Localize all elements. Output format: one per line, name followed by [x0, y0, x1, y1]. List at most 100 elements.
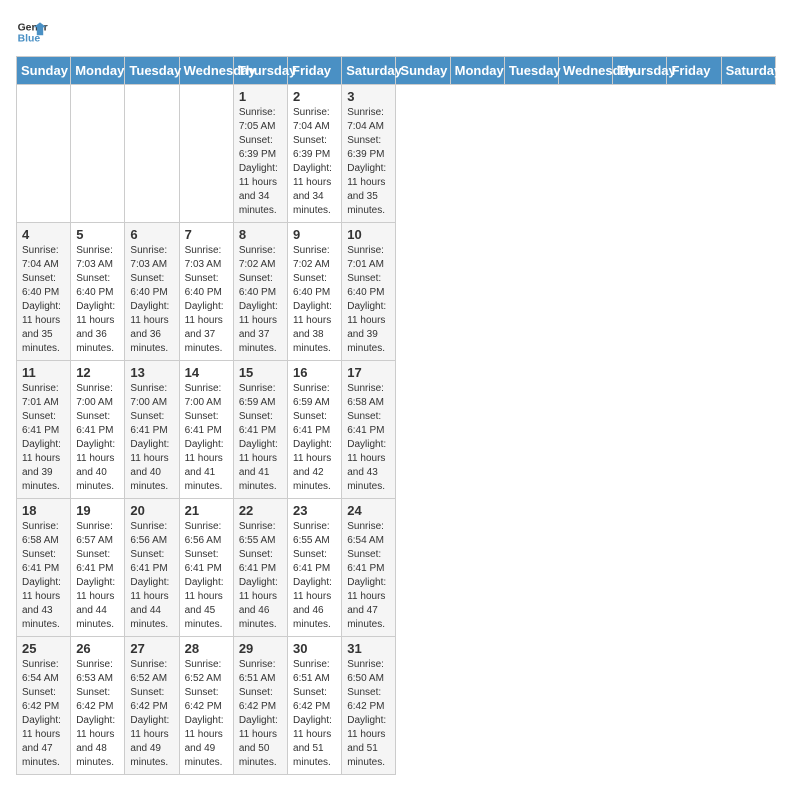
day-number: 27	[130, 641, 173, 656]
calendar-cell: 30 Sunrise: 6:51 AM Sunset: 6:42 PM Dayli…	[288, 637, 342, 775]
day-number: 17	[347, 365, 390, 380]
logo: General Blue	[16, 16, 48, 48]
calendar-cell: 10 Sunrise: 7:01 AM Sunset: 6:40 PM Dayli…	[342, 223, 396, 361]
week-row-3: 11Sunrise: 7:01 AM Sunset: 6:41 PM Dayli…	[17, 361, 776, 499]
day-number: 9	[293, 227, 336, 242]
cell-content: Sunrise: 6:56 AM Sunset: 6:41 PM Dayligh…	[130, 520, 173, 632]
calendar-cell: 11Sunrise: 7:01 AM Sunset: 6:41 PM Dayli…	[17, 361, 71, 499]
day-header-tuesday: Tuesday	[504, 57, 558, 85]
cell-content: Sunrise: 6:58 AM Sunset: 6:41 PM Dayligh…	[347, 382, 390, 494]
cell-content: Sunrise: 7:00 AM Sunset: 6:41 PM Dayligh…	[130, 382, 173, 494]
calendar-cell: 31 Sunrise: 6:50 AM Sunset: 6:42 PM Dayli…	[342, 637, 396, 775]
calendar-cell: 25 Sunrise: 6:54 AM Sunset: 6:42 PM Dayli…	[17, 637, 71, 775]
cell-content: Sunrise: 7:02 AM Sunset: 6:40 PM Dayligh…	[293, 244, 336, 356]
day-number: 14	[185, 365, 228, 380]
day-number: 13	[130, 365, 173, 380]
day-number: 5	[76, 227, 119, 242]
day-number: 4	[22, 227, 65, 242]
calendar-cell: 29 Sunrise: 6:51 AM Sunset: 6:42 PM Dayli…	[233, 637, 287, 775]
page-header: General Blue	[16, 16, 776, 48]
day-number: 8	[239, 227, 282, 242]
day-number: 28	[185, 641, 228, 656]
day-number: 1	[239, 89, 282, 104]
cell-content: Sunrise: 6:51 AM Sunset: 6:42 PM Dayligh…	[293, 658, 336, 770]
calendar-cell: 5 Sunrise: 7:03 AM Sunset: 6:40 PM Daylig…	[71, 223, 125, 361]
day-number: 31	[347, 641, 390, 656]
cell-content: Sunrise: 7:01 AM Sunset: 6:40 PM Dayligh…	[347, 244, 390, 356]
cell-content: Sunrise: 6:55 AM Sunset: 6:41 PM Dayligh…	[239, 520, 282, 632]
cell-content: Sunrise: 6:56 AM Sunset: 6:41 PM Dayligh…	[185, 520, 228, 632]
calendar-cell: 8Sunrise: 7:02 AM Sunset: 6:40 PM Daylig…	[233, 223, 287, 361]
day-number: 12	[76, 365, 119, 380]
day-number: 25	[22, 641, 65, 656]
day-number: 6	[130, 227, 173, 242]
cell-content: Sunrise: 6:52 AM Sunset: 6:42 PM Dayligh…	[185, 658, 228, 770]
day-number: 23	[293, 503, 336, 518]
svg-text:Blue: Blue	[18, 34, 41, 45]
calendar-cell: 21 Sunrise: 6:56 AM Sunset: 6:41 PM Dayli…	[179, 499, 233, 637]
calendar-cell: 7Sunrise: 7:03 AM Sunset: 6:40 PM Daylig…	[179, 223, 233, 361]
calendar-cell	[17, 85, 71, 223]
calendar-cell: 14Sunrise: 7:00 AM Sunset: 6:41 PM Dayli…	[179, 361, 233, 499]
day-number: 2	[293, 89, 336, 104]
calendar-cell: 16Sunrise: 6:59 AM Sunset: 6:41 PM Dayli…	[288, 361, 342, 499]
cell-content: Sunrise: 7:03 AM Sunset: 6:40 PM Dayligh…	[130, 244, 173, 356]
calendar-cell	[179, 85, 233, 223]
calendar-cell: 6 Sunrise: 7:03 AM Sunset: 6:40 PM Daylig…	[125, 223, 179, 361]
calendar-cell: 23 Sunrise: 6:55 AM Sunset: 6:41 PM Dayli…	[288, 499, 342, 637]
day-header-thursday: Thursday	[233, 57, 287, 85]
day-header-wednesday: Wednesday	[179, 57, 233, 85]
day-number: 10	[347, 227, 390, 242]
day-number: 22	[239, 503, 282, 518]
cell-content: Sunrise: 7:04 AM Sunset: 6:39 PM Dayligh…	[293, 106, 336, 218]
calendar-cell: 12 Sunrise: 7:00 AM Sunset: 6:41 PM Dayli…	[71, 361, 125, 499]
cell-content: Sunrise: 6:50 AM Sunset: 6:42 PM Dayligh…	[347, 658, 390, 770]
cell-content: Sunrise: 6:54 AM Sunset: 6:41 PM Dayligh…	[347, 520, 390, 632]
svg-text:General: General	[18, 22, 48, 33]
cell-content: Sunrise: 6:58 AM Sunset: 6:41 PM Dayligh…	[22, 520, 65, 632]
cell-content: Sunrise: 6:52 AM Sunset: 6:42 PM Dayligh…	[130, 658, 173, 770]
day-number: 26	[76, 641, 119, 656]
day-number: 18	[22, 503, 65, 518]
calendar-cell: 13 Sunrise: 7:00 AM Sunset: 6:41 PM Dayli…	[125, 361, 179, 499]
day-number: 29	[239, 641, 282, 656]
calendar-cell: 20 Sunrise: 6:56 AM Sunset: 6:41 PM Dayli…	[125, 499, 179, 637]
cell-content: Sunrise: 6:55 AM Sunset: 6:41 PM Dayligh…	[293, 520, 336, 632]
day-header-saturday: Saturday	[342, 57, 396, 85]
calendar-cell: 17 Sunrise: 6:58 AM Sunset: 6:41 PM Dayli…	[342, 361, 396, 499]
cell-content: Sunrise: 7:03 AM Sunset: 6:40 PM Dayligh…	[76, 244, 119, 356]
cell-content: Sunrise: 7:05 AM Sunset: 6:39 PM Dayligh…	[239, 106, 282, 218]
day-header-monday: Monday	[450, 57, 504, 85]
day-number: 16	[293, 365, 336, 380]
day-number: 11	[22, 365, 65, 380]
cell-content: Sunrise: 6:54 AM Sunset: 6:42 PM Dayligh…	[22, 658, 65, 770]
day-number: 20	[130, 503, 173, 518]
cell-content: Sunrise: 7:00 AM Sunset: 6:41 PM Dayligh…	[76, 382, 119, 494]
cell-content: Sunrise: 7:04 AM Sunset: 6:39 PM Dayligh…	[347, 106, 390, 218]
calendar-table: SundayMondayTuesdayWednesdayThursdayFrid…	[16, 56, 776, 775]
week-row-4: 18 Sunrise: 6:58 AM Sunset: 6:41 PM Dayli…	[17, 499, 776, 637]
day-number: 19	[76, 503, 119, 518]
cell-content: Sunrise: 7:03 AM Sunset: 6:40 PM Dayligh…	[185, 244, 228, 356]
calendar-cell: 28 Sunrise: 6:52 AM Sunset: 6:42 PM Dayli…	[179, 637, 233, 775]
day-header-sunday: Sunday	[17, 57, 71, 85]
day-number: 15	[239, 365, 282, 380]
day-header-friday: Friday	[288, 57, 342, 85]
calendar-cell: 2 Sunrise: 7:04 AM Sunset: 6:39 PM Daylig…	[288, 85, 342, 223]
cell-content: Sunrise: 6:57 AM Sunset: 6:41 PM Dayligh…	[76, 520, 119, 632]
day-number: 21	[185, 503, 228, 518]
calendar-cell: 27 Sunrise: 6:52 AM Sunset: 6:42 PM Dayli…	[125, 637, 179, 775]
calendar-cell: 22 Sunrise: 6:55 AM Sunset: 6:41 PM Dayli…	[233, 499, 287, 637]
cell-content: Sunrise: 6:51 AM Sunset: 6:42 PM Dayligh…	[239, 658, 282, 770]
calendar-cell	[125, 85, 179, 223]
cell-content: Sunrise: 6:59 AM Sunset: 6:41 PM Dayligh…	[239, 382, 282, 494]
calendar-cell	[71, 85, 125, 223]
week-row-1: 1 Sunrise: 7:05 AM Sunset: 6:39 PM Daylig…	[17, 85, 776, 223]
calendar-cell: 24Sunrise: 6:54 AM Sunset: 6:41 PM Dayli…	[342, 499, 396, 637]
week-row-5: 25 Sunrise: 6:54 AM Sunset: 6:42 PM Dayli…	[17, 637, 776, 775]
day-number: 30	[293, 641, 336, 656]
cell-content: Sunrise: 6:53 AM Sunset: 6:42 PM Dayligh…	[76, 658, 119, 770]
day-header-friday: Friday	[667, 57, 721, 85]
day-header-sunday: Sunday	[396, 57, 450, 85]
day-header-wednesday: Wednesday	[559, 57, 613, 85]
